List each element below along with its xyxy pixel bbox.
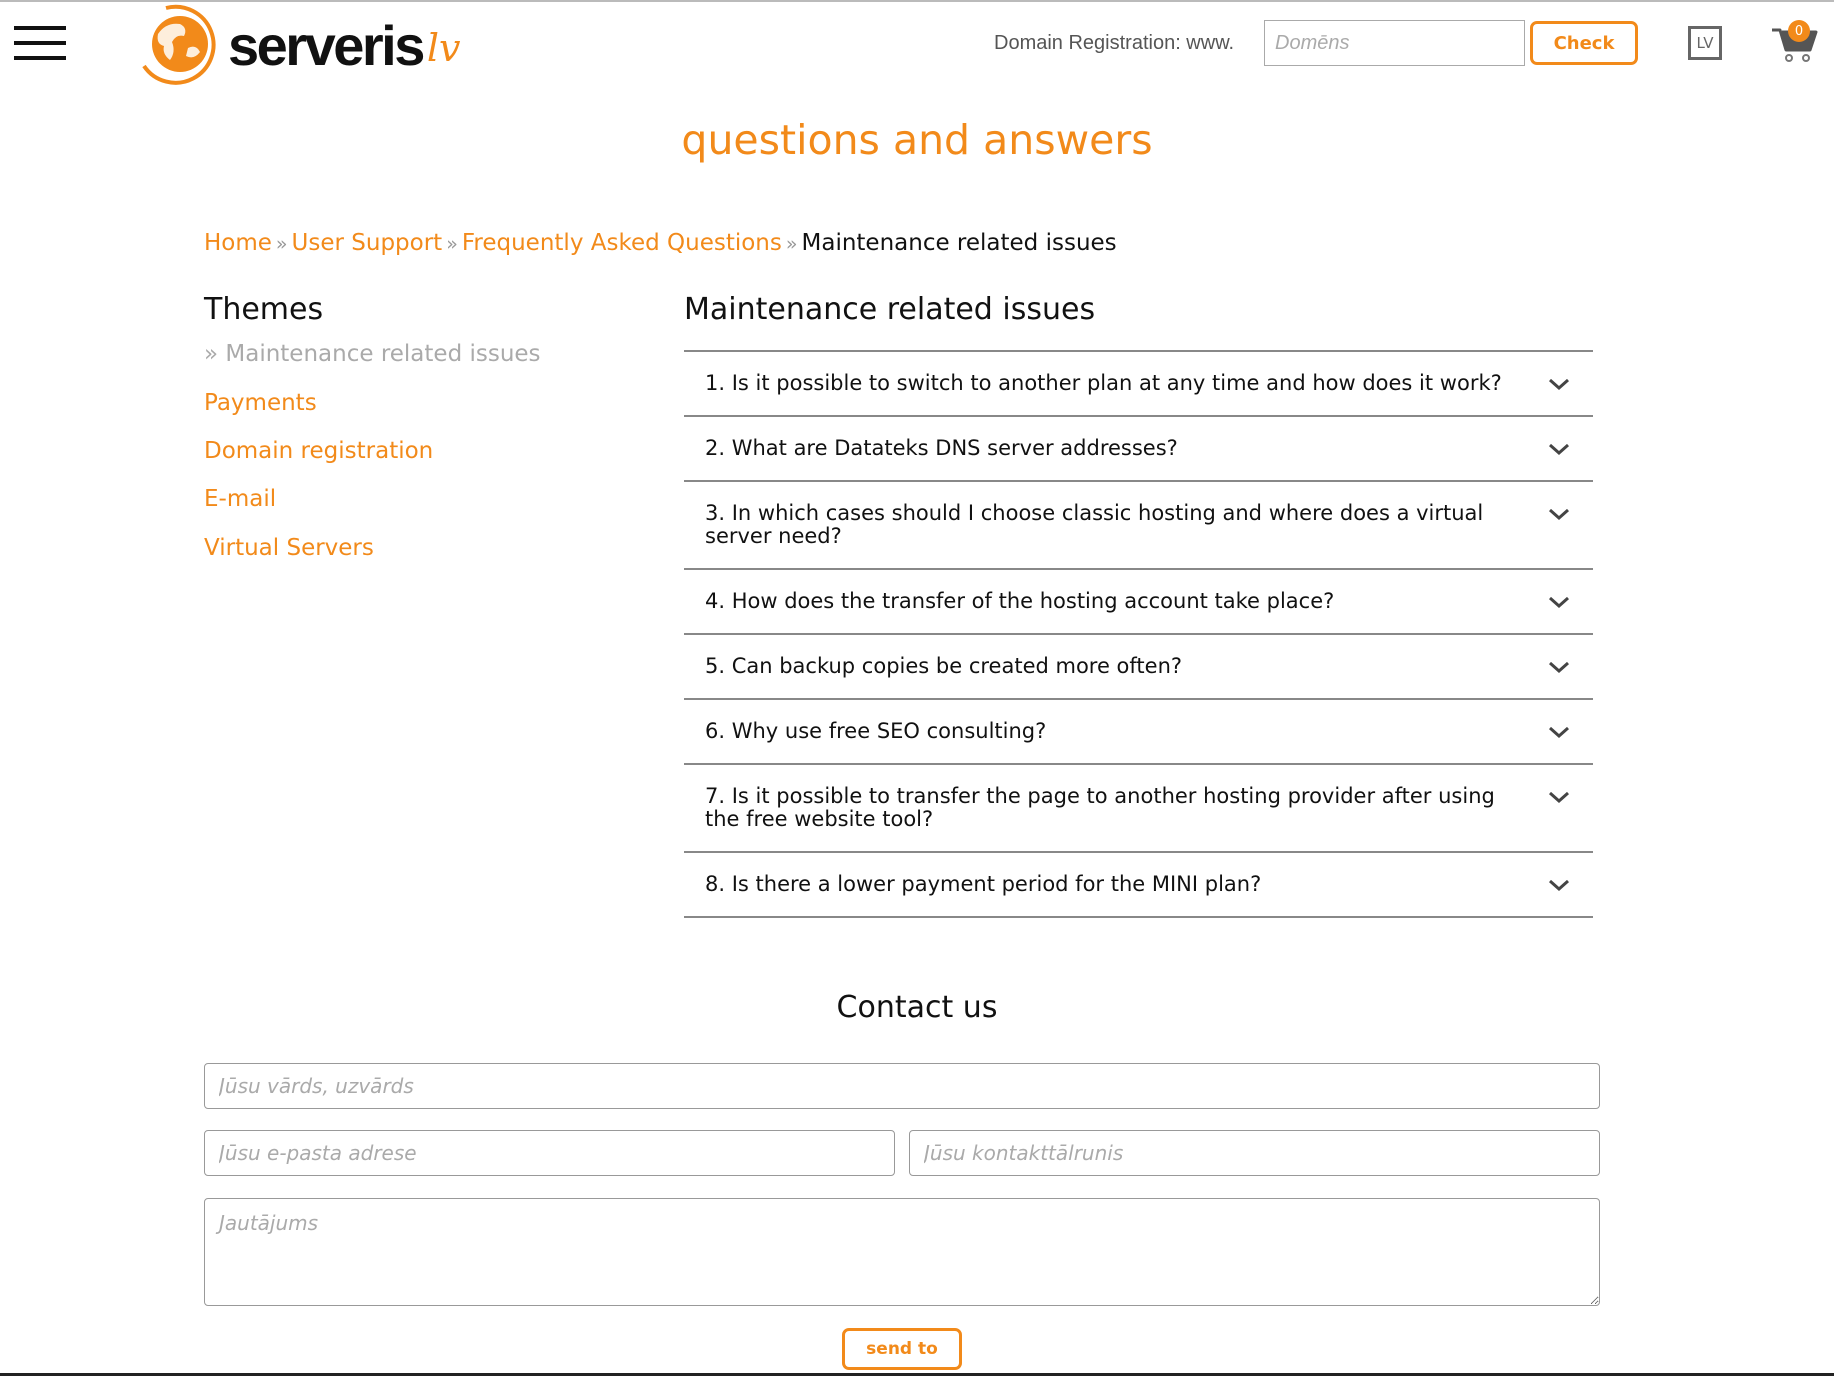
faq-question: 7. Is it possible to transfer the page t… bbox=[705, 784, 1495, 831]
cart-count-badge: 0 bbox=[1788, 20, 1810, 42]
name-field[interactable] bbox=[204, 1063, 1600, 1109]
breadcrumb-home[interactable]: Home bbox=[204, 230, 272, 256]
chevron-down-icon bbox=[1549, 661, 1569, 674]
breadcrumb-current: Maintenance related issues bbox=[801, 230, 1117, 256]
faq-question: 6. Why use free SEO consulting? bbox=[705, 719, 1047, 743]
breadcrumb-separator: » bbox=[446, 233, 458, 255]
domain-registration-label: Domain Registration: www. bbox=[994, 32, 1235, 54]
send-button[interactable]: send to bbox=[842, 1328, 962, 1370]
faq-question: 8. Is there a lower payment period for t… bbox=[705, 872, 1262, 896]
theme-current: » Maintenance related issues bbox=[204, 341, 541, 367]
faq-item[interactable]: 4. How does the transfer of the hosting … bbox=[684, 570, 1593, 635]
theme-link-payments[interactable]: Payments bbox=[204, 390, 317, 416]
phone-field[interactable] bbox=[909, 1130, 1600, 1176]
contact-heading: Contact us bbox=[836, 990, 998, 1025]
faq-item[interactable]: 7. Is it possible to transfer the page t… bbox=[684, 765, 1593, 853]
breadcrumb-separator: » bbox=[275, 233, 288, 255]
theme-link-virtual-servers[interactable]: Virtual Servers bbox=[204, 535, 374, 561]
breadcrumb-separator: » bbox=[785, 233, 798, 255]
themes-heading: Themes bbox=[204, 292, 324, 327]
logo-tld: lv bbox=[426, 26, 461, 70]
theme-link-domain-registration[interactable]: Domain registration bbox=[204, 438, 433, 464]
faq-item[interactable]: 1. Is it possible to switch to another p… bbox=[684, 352, 1593, 417]
chevron-down-icon bbox=[1549, 726, 1569, 739]
check-button[interactable]: Check bbox=[1530, 21, 1638, 65]
logo[interactable]: serveris lv bbox=[136, 4, 461, 86]
faq-question: 5. Can backup copies be created more oft… bbox=[705, 654, 1183, 678]
language-switch[interactable]: LV bbox=[1688, 26, 1722, 60]
chevron-down-icon bbox=[1549, 879, 1569, 892]
faq-list: 1. Is it possible to switch to another p… bbox=[684, 350, 1593, 918]
globe-logo-icon bbox=[142, 4, 216, 85]
chevron-down-icon bbox=[1549, 508, 1569, 521]
chevron-down-icon bbox=[1549, 791, 1569, 804]
menu-icon[interactable] bbox=[14, 26, 66, 60]
faq-question: 1. Is it possible to switch to another p… bbox=[705, 371, 1502, 395]
domain-input[interactable] bbox=[1264, 20, 1525, 66]
chevron-down-icon bbox=[1549, 596, 1569, 609]
faq-item[interactable]: 6. Why use free SEO consulting? bbox=[684, 700, 1593, 765]
question-field[interactable] bbox=[204, 1198, 1600, 1306]
faq-question: 2. What are Datateks DNS server addresse… bbox=[705, 436, 1178, 460]
cart-button[interactable]: 0 bbox=[1770, 18, 1818, 64]
breadcrumb: Home» User Support» Frequently Asked Quest… bbox=[204, 230, 1117, 256]
logo-text: serveris bbox=[228, 13, 425, 77]
faq-question: 4. How does the transfer of the hosting … bbox=[705, 589, 1335, 613]
faq-item[interactable]: 5. Can backup copies be created more oft… bbox=[684, 635, 1593, 700]
faq-item[interactable]: 8. Is there a lower payment period for t… bbox=[684, 853, 1593, 918]
theme-link-email[interactable]: E-mail bbox=[204, 486, 276, 512]
faq-item[interactable]: 3. In which cases should I choose classi… bbox=[684, 482, 1593, 570]
faq-question: 3. In which cases should I choose classi… bbox=[705, 501, 1484, 548]
chevron-down-icon bbox=[1549, 443, 1569, 456]
faq-item[interactable]: 2. What are Datateks DNS server addresse… bbox=[684, 417, 1593, 482]
email-field[interactable] bbox=[204, 1130, 895, 1176]
breadcrumb-faq[interactable]: Frequently Asked Questions bbox=[462, 230, 782, 256]
breadcrumb-user-support[interactable]: User Support bbox=[292, 230, 443, 256]
chevron-down-icon bbox=[1549, 378, 1569, 391]
page-title: questions and answers bbox=[681, 116, 1153, 164]
faq-heading: Maintenance related issues bbox=[684, 292, 1096, 327]
